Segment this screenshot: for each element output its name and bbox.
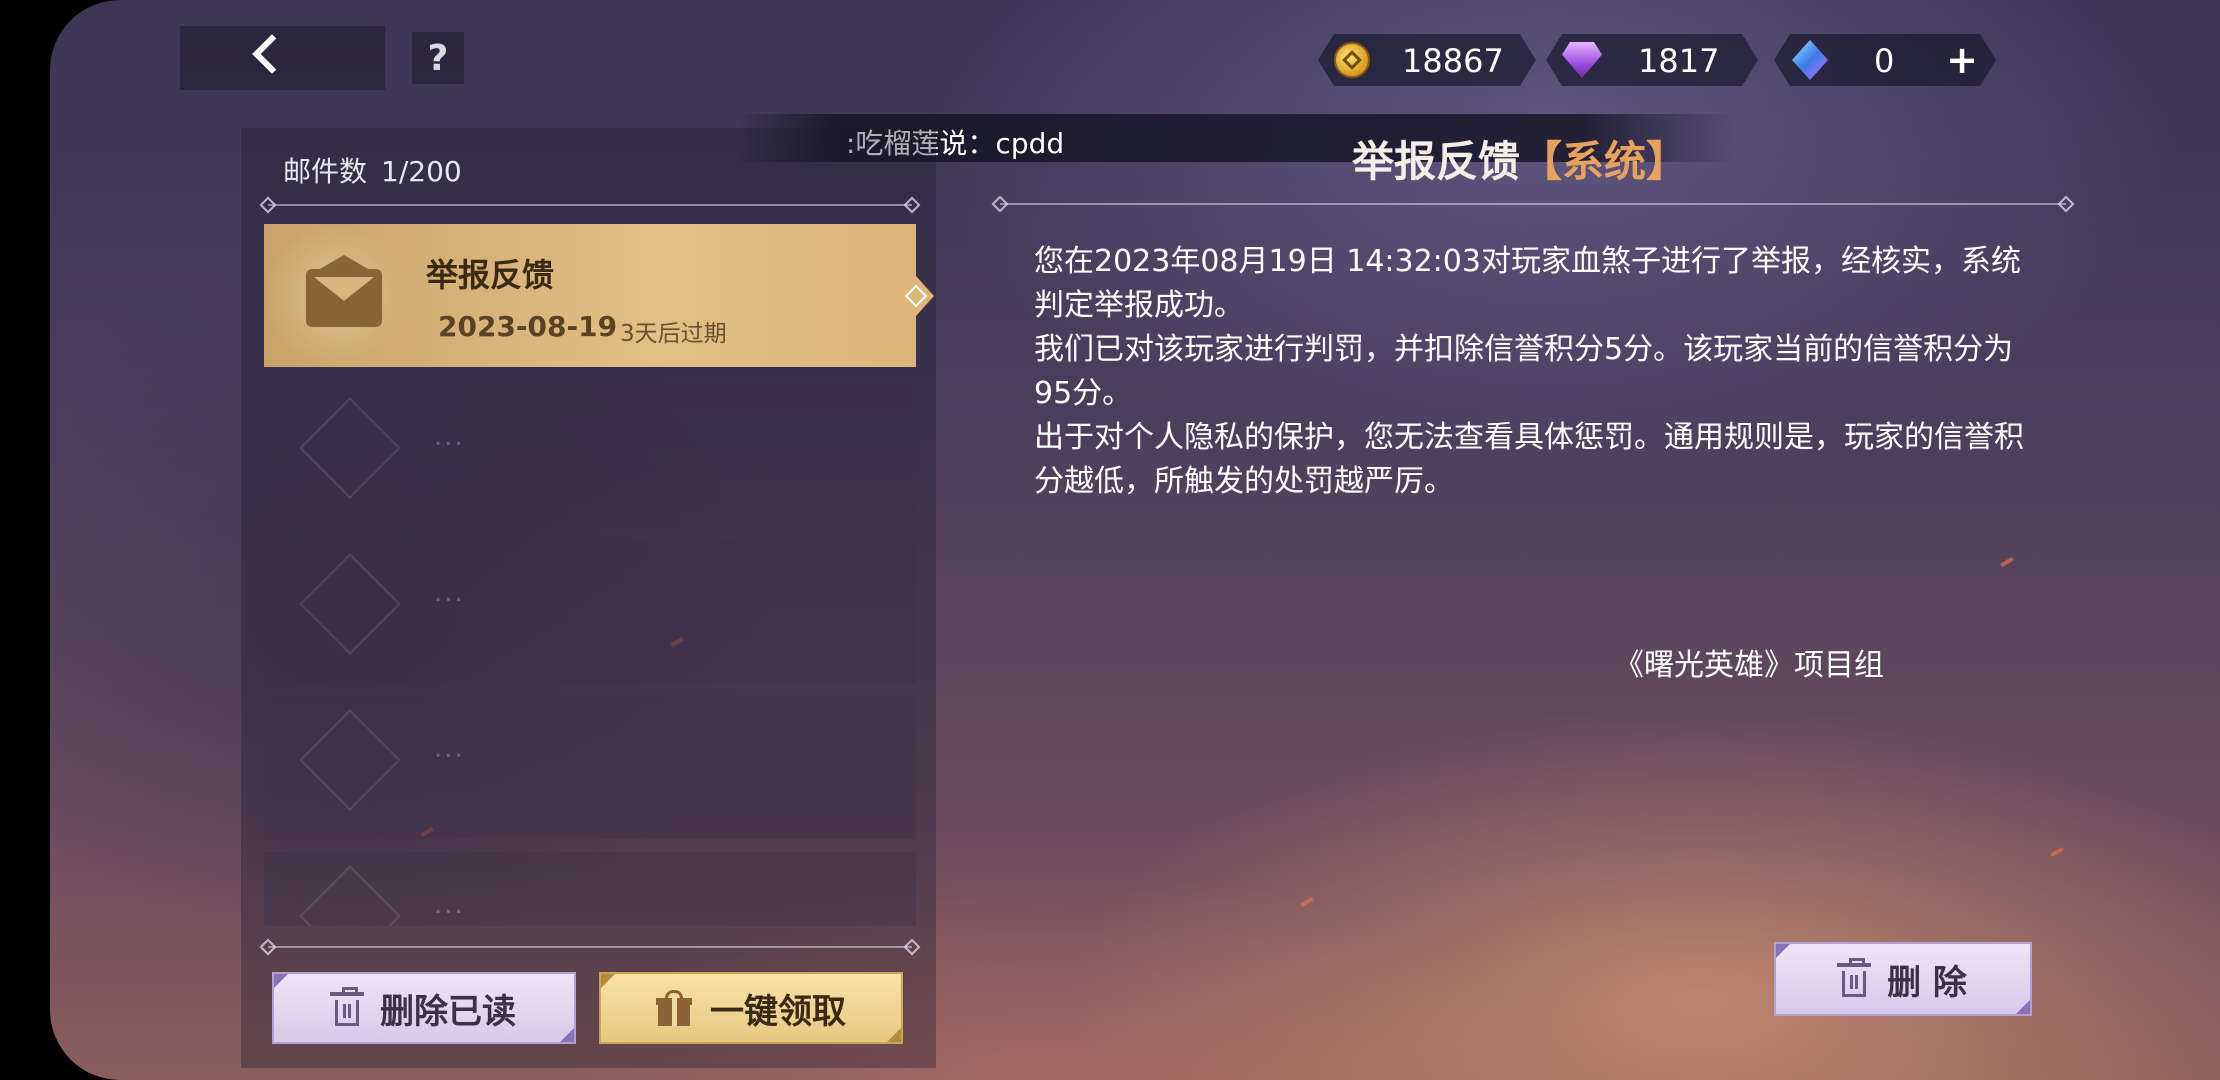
trash-icon: [330, 987, 364, 1026]
mail-date: 2023-08-19: [438, 310, 618, 343]
empty-slot-diamond-icon: [299, 865, 401, 926]
detail-paragraph: 出于对个人隐私的保护，您无法查看具体惩罚。通用规则是，玩家的信誉积分越低，所触发…: [1034, 420, 2024, 499]
empty-slot-diamond-icon: [299, 553, 401, 655]
mail-signature: 《曙光英雄》项目组: [1614, 648, 1884, 683]
back-chevron-icon: [252, 34, 292, 74]
empty-slot-placeholder: ...: [434, 890, 465, 920]
detail-paragraph: 您在2023年08月19日 14:32:03对玩家血煞子进行了举报，经核实，系统…: [1034, 244, 2021, 323]
empty-slot-diamond-icon: [299, 709, 401, 811]
selected-indicator-icon: [904, 284, 928, 308]
mail-detail-body: 您在2023年08月19日 14:32:03对玩家血煞子进行了举报，经核实，系统…: [1034, 240, 2044, 504]
detail-title-divider: [1000, 203, 2066, 205]
envelope-icon: [306, 255, 382, 327]
mail-count: 邮件数 1/200: [283, 150, 462, 190]
claim-all-label: 一键领取: [710, 991, 846, 1032]
back-button[interactable]: [180, 26, 385, 90]
mail-count-value: 1/200: [381, 155, 462, 188]
crystal-amount: 0: [1874, 42, 1895, 80]
gold-amount: 18867: [1402, 42, 1504, 80]
gift-icon: [656, 990, 692, 1026]
empty-mail-slot: ...: [264, 696, 916, 839]
detail-title-text: 举报反馈: [1352, 137, 1521, 186]
delete-read-button[interactable]: 删除已读: [272, 972, 576, 1044]
gold-coin-icon: [1334, 42, 1370, 78]
ember-particle: [2049, 846, 2065, 858]
empty-slot-diamond-icon: [299, 397, 401, 499]
mail-expire: 3天后过期: [620, 321, 727, 347]
empty-mail-slot: ...: [264, 384, 916, 527]
purple-gem-icon: [1562, 42, 1602, 78]
ember-particle: [1299, 896, 1315, 908]
mail-count-label: 邮件数: [283, 155, 368, 188]
empty-slot-placeholder: ...: [434, 578, 465, 608]
trash-icon: [1837, 958, 1872, 997]
help-button[interactable]: ?: [412, 32, 464, 84]
mail-detail-title: 举报反馈【系统】: [1352, 128, 1688, 189]
gold-resource: 18867: [1318, 34, 1536, 86]
empty-mail-slot: ...: [264, 540, 916, 683]
ember-particle: [1999, 556, 2015, 568]
empty-slot-placeholder: ...: [434, 734, 465, 764]
delete-read-label: 删除已读: [380, 991, 516, 1032]
detail-paragraph: 我们已对该玩家进行判罚，并扣除信誉积分5分。该玩家当前的信誉积分为95分。: [1034, 332, 2014, 411]
crystal-resource: 0 +: [1774, 34, 1996, 86]
mail-title: 举报反馈: [426, 256, 555, 294]
claim-all-button[interactable]: 一键领取: [599, 972, 903, 1044]
list-bottom-divider: [268, 946, 912, 948]
gem-amount: 1817: [1638, 42, 1720, 80]
mail-icon-area: [264, 224, 404, 367]
mail-item-report-feedback[interactable]: 举报反馈 2023-08-19 3天后过期: [264, 224, 934, 367]
empty-slot-placeholder: ...: [434, 422, 465, 452]
detail-system-tag: 【系统】: [1520, 137, 1689, 186]
blue-crystal-icon: [1792, 40, 1828, 80]
add-currency-button[interactable]: +: [1946, 38, 1978, 82]
list-top-divider: [268, 204, 912, 206]
delete-mail-label: 删 除: [1887, 962, 1967, 1003]
gem-resource: 1817: [1546, 34, 1758, 86]
empty-mail-slot: ...: [264, 852, 916, 926]
delete-mail-button[interactable]: 删 除: [1774, 942, 2032, 1016]
